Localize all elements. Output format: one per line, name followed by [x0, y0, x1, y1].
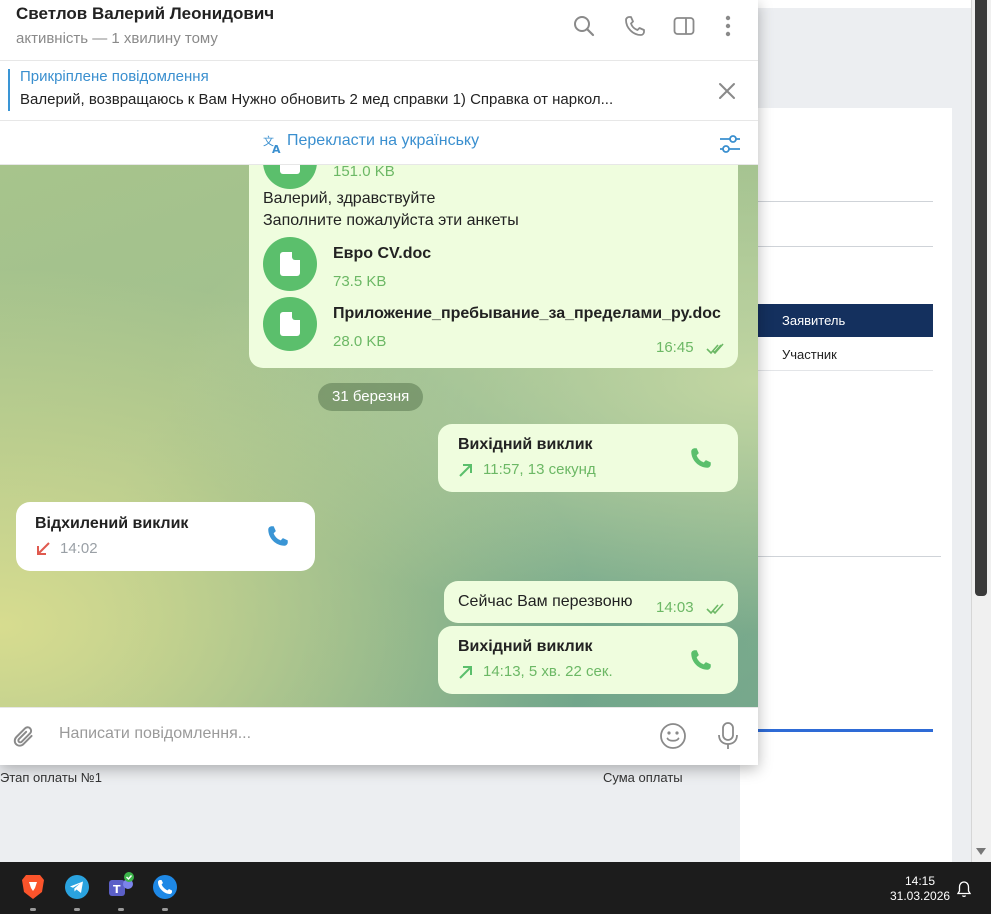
pinned-message-bar[interactable]: Прикріплене повідомлення Валерий, возвра…: [0, 60, 758, 121]
file-size: 28.0 KB: [333, 333, 387, 350]
message-time: 16:45: [656, 339, 694, 356]
taskbar-indicator: [118, 908, 124, 911]
attach-icon[interactable]: [11, 724, 37, 750]
taskbar-indicator: [74, 908, 80, 911]
message-time: 14:03: [656, 599, 694, 616]
telegram-icon[interactable]: [62, 872, 92, 902]
scrollbar-thumb[interactable]: [975, 0, 987, 596]
more-menu-icon[interactable]: [716, 14, 740, 38]
pinned-accent-bar: [8, 69, 10, 111]
phone-call-icon[interactable]: [623, 14, 647, 38]
chat-header: Светлов Валерий Леонидович активність — …: [0, 0, 758, 60]
background-top-strip: [758, 0, 971, 8]
translate-settings-icon[interactable]: [718, 133, 742, 155]
file-size: 151.0 KB: [333, 165, 395, 180]
taskbar: T 14:15 31.03.2026: [0, 862, 991, 914]
divider: [758, 556, 941, 557]
clock[interactable]: 14:15 31.03.2026: [890, 874, 950, 904]
microphone-icon[interactable]: [716, 721, 740, 751]
call-detail: 14:13, 5 хв. 22 сек.: [483, 663, 613, 680]
message-text: Валерий, здравствуйте: [263, 190, 436, 207]
translate-bar: 文 A Перекласти на українську: [0, 121, 758, 165]
contact-status: активність — 1 хвилину тому: [16, 30, 218, 47]
table-header-cell: Заявитель: [758, 304, 933, 337]
declined-call-bubble[interactable]: Відхилений виклик 14:02: [16, 502, 315, 571]
emoji-icon[interactable]: [659, 722, 687, 750]
svg-text:T: T: [113, 883, 121, 896]
close-icon[interactable]: [716, 80, 738, 102]
declined-arrow-icon: [37, 542, 50, 555]
pinned-text: Валерий, возвращаюсь к Вам Нужно обновит…: [20, 91, 614, 108]
call-title: Вихідний виклик: [458, 638, 593, 655]
sidebar-toggle-icon[interactable]: [672, 14, 696, 38]
sum-label: Сума оплаты: [603, 770, 683, 785]
call-title: Вихідний виклик: [458, 436, 593, 453]
telegram-window: Светлов Валерий Леонидович активність — …: [0, 0, 758, 765]
background-card: [740, 108, 952, 862]
file-name[interactable]: Евро CV.doc: [333, 245, 431, 263]
clock-date: 31.03.2026: [890, 889, 951, 903]
scroll-down-arrow-icon[interactable]: [976, 848, 986, 855]
read-ticks-icon: [706, 343, 724, 355]
read-ticks-icon: [706, 603, 724, 615]
outgoing-call-bubble[interactable]: Вихідний виклик 14:13, 5 хв. 22 сек.: [438, 626, 738, 694]
call-detail: 14:02: [60, 540, 98, 557]
outgoing-arrow-icon: [459, 666, 472, 679]
table-cell[interactable]: Участник: [758, 338, 933, 371]
file-message-bubble[interactable]: 151.0 KB Валерий, здравствуйте Заполните…: [249, 165, 738, 368]
message-text: Заполните пожалуйста эти анкеты: [263, 212, 519, 229]
call-title: Відхилений виклик: [35, 515, 189, 532]
message-composer: Написати повідомлення...: [0, 707, 758, 765]
text-message-bubble[interactable]: Сейчас Вам перезвоню 14:03: [444, 581, 738, 623]
phone-app-icon[interactable]: [150, 872, 180, 902]
outgoing-arrow-icon: [459, 464, 472, 477]
file-icon[interactable]: [263, 297, 317, 351]
message-input[interactable]: Написати повідомлення...: [59, 725, 251, 743]
call-detail: 11:57, 13 секунд: [483, 461, 596, 478]
date-divider: 31 березня: [318, 383, 424, 411]
call-back-icon[interactable]: [688, 445, 714, 471]
search-icon[interactable]: [572, 14, 596, 38]
taskbar-indicator: [30, 908, 36, 911]
call-back-icon[interactable]: [265, 523, 291, 549]
divider: [758, 246, 933, 247]
call-back-icon[interactable]: [688, 647, 714, 673]
pinned-title: Прикріплене повідомлення: [20, 68, 209, 85]
contact-name[interactable]: Светлов Валерий Леонидович: [16, 4, 274, 24]
taskbar-indicator: [162, 908, 168, 911]
notification-bell-icon[interactable]: [956, 880, 972, 898]
message-text: Сейчас Вам перезвоню: [458, 593, 633, 610]
clock-time: 14:15: [904, 874, 936, 888]
chat-messages-area[interactable]: 151.0 KB Валерий, здравствуйте Заполните…: [0, 165, 758, 707]
file-icon[interactable]: [263, 237, 317, 291]
stage-label: Этап оплаты №1: [0, 770, 102, 785]
translate-button[interactable]: Перекласти на українську: [262, 132, 479, 150]
brave-browser-icon[interactable]: [18, 872, 48, 902]
file-icon[interactable]: [263, 165, 317, 189]
outgoing-call-bubble[interactable]: Вихідний виклик 11:57, 13 секунд: [438, 424, 738, 492]
file-size: 73.5 KB: [333, 273, 387, 290]
teams-icon[interactable]: T: [106, 872, 136, 902]
file-name[interactable]: Приложение_пребывание_за_пределами_ру.do…: [333, 305, 721, 323]
divider: [758, 201, 933, 202]
